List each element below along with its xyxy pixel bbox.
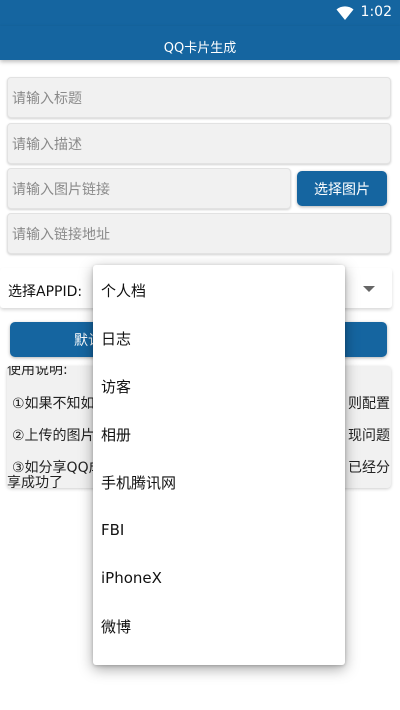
status-time: 1:02	[360, 4, 392, 20]
description-input-placeholder: 请输入描述	[12, 136, 82, 153]
dropdown-item[interactable]: 访客	[93, 362, 345, 410]
appid-label: 选择APPID:	[8, 284, 83, 300]
link-url-input-placeholder: 请输入链接地址	[12, 226, 110, 243]
instructions-line-3-end: 已经分	[348, 460, 390, 476]
title-input-placeholder: 请输入标题	[12, 90, 82, 107]
dropdown-item[interactable]: iPhoneX	[93, 554, 345, 602]
appid-dropdown-popup: 个人档 日志 访客 相册 手机腾讯网 FBI iPhoneX 微博	[93, 265, 345, 665]
instructions-line-1: ①如果不知如	[12, 396, 95, 412]
dropdown-item[interactable]: 微博	[93, 602, 345, 650]
dropdown-item[interactable]: 日志	[93, 314, 345, 362]
status-bar: 1:02	[0, 0, 400, 26]
dropdown-item[interactable]: 手机腾讯网	[93, 458, 345, 506]
wifi-icon	[336, 6, 354, 20]
app-bar: QQ卡片生成	[0, 26, 400, 60]
instructions-line-1-end: 则配置	[348, 396, 390, 412]
instructions-line-2-end: 现问题	[348, 428, 390, 444]
instructions-line-4: 享成功了	[7, 475, 63, 488]
image-url-input-placeholder: 请输入图片链接	[12, 181, 110, 198]
instructions-line-2: ②上传的图片	[12, 428, 95, 444]
dropdown-item[interactable]: 相册	[93, 410, 345, 458]
description-input[interactable]: 请输入描述	[7, 123, 391, 164]
dropdown-item[interactable]: FBI	[93, 506, 345, 554]
image-url-input[interactable]: 请输入图片链接	[7, 168, 291, 209]
instructions-heading: 使用说明:	[7, 366, 68, 378]
screen: 1:02 QQ卡片生成 请输入标题 请输入描述 请输入图片链接 选择图片 请输入…	[0, 0, 400, 710]
pick-image-button[interactable]: 选择图片	[297, 171, 387, 206]
dropdown-item[interactable]: 个人档	[93, 266, 345, 314]
link-url-input[interactable]: 请输入链接地址	[7, 213, 391, 254]
page-title: QQ卡片生成	[163, 41, 237, 56]
dropdown-arrow-icon[interactable]	[363, 286, 375, 292]
title-input[interactable]: 请输入标题	[7, 77, 391, 118]
